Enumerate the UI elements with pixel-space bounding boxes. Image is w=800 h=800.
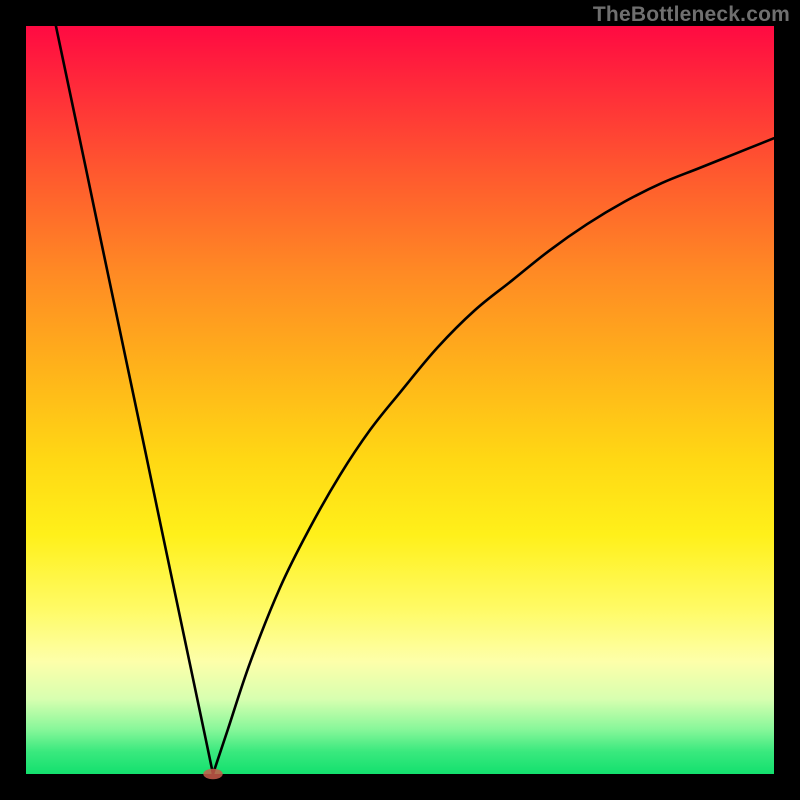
curve-right-branch bbox=[213, 138, 774, 774]
attribution-text: TheBottleneck.com bbox=[593, 3, 790, 27]
minimum-marker bbox=[203, 769, 222, 779]
curve-left-branch bbox=[56, 26, 213, 774]
chart-svg bbox=[26, 26, 774, 774]
chart-plot-area bbox=[26, 26, 774, 774]
